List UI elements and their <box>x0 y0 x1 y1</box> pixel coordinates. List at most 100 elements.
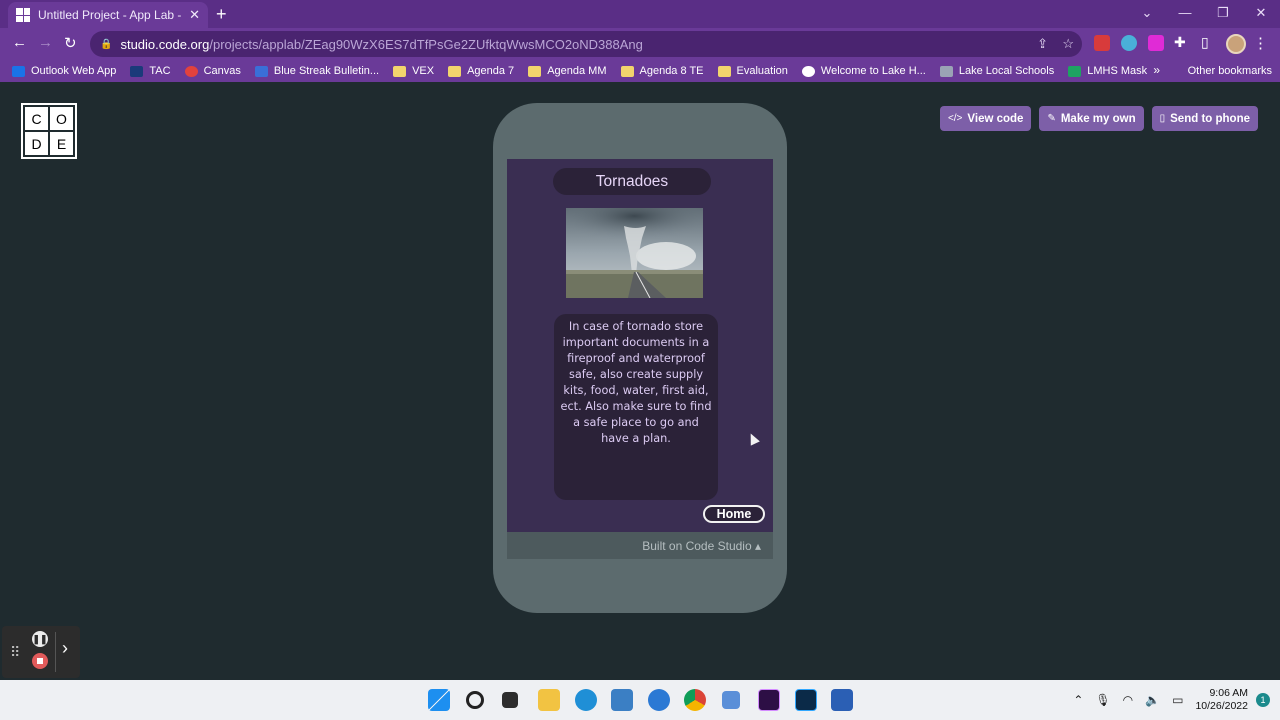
edge-icon[interactable] <box>575 689 597 711</box>
premiere-icon[interactable] <box>758 689 780 711</box>
bookmark-item[interactable]: TAC <box>130 65 171 77</box>
profile-avatar[interactable] <box>1226 34 1246 54</box>
window-controls: ⌄ — ❐ ✕ <box>1128 0 1280 28</box>
side-panel-icon[interactable]: ▯ <box>1201 34 1209 51</box>
canvas-icon <box>184 65 198 77</box>
code-org-favicon-icon <box>16 8 30 22</box>
menu-kebab-icon[interactable]: ⋮ <box>1253 34 1268 52</box>
reload-icon[interactable]: ↻ <box>64 34 77 52</box>
folder-icon <box>620 65 634 77</box>
photoshop-icon[interactable] <box>795 689 817 711</box>
tornado-info-text: In case of tornado store important docum… <box>554 314 718 500</box>
logo-letter: O <box>50 107 73 130</box>
edit-icon: ✎ <box>1047 113 1056 124</box>
snipping-tool-icon[interactable] <box>722 691 740 709</box>
file-explorer-icon[interactable] <box>538 689 560 711</box>
home-button[interactable]: Home <box>703 505 765 523</box>
logo-letter: E <box>50 132 73 155</box>
extension-pink-icon[interactable] <box>1148 35 1164 51</box>
browser-toolbar: ← → ↻ 🔒 studio.code.org/projects/applab/… <box>0 28 1280 60</box>
bookmark-item[interactable]: Agenda 7 <box>448 65 514 77</box>
bookmark-item[interactable]: Blue Streak Bulletin... <box>254 65 379 77</box>
chevron-up-icon[interactable]: ⌃ <box>1073 693 1083 707</box>
bookmark-item[interactable]: Evaluation <box>717 65 788 77</box>
time: 9:06 AM <box>1209 687 1248 699</box>
clock[interactable]: 9:06 AM 10/26/2022 <box>1195 687 1248 713</box>
other-bookmarks[interactable]: Other bookmarks <box>1169 60 1272 82</box>
bookmark-item[interactable]: VEX <box>393 65 434 77</box>
task-view-icon[interactable] <box>502 692 518 708</box>
volume-icon[interactable]: 🔈 <box>1145 693 1160 707</box>
extension-blue-icon[interactable] <box>1121 35 1137 51</box>
outlook-icon <box>12 65 25 77</box>
new-tab-icon[interactable]: + <box>216 4 227 25</box>
share-icon[interactable]: ⇪ <box>1037 36 1048 52</box>
close-window-icon[interactable]: ✕ <box>1242 0 1280 28</box>
folder-icon <box>528 65 542 77</box>
extensions-puzzle-icon[interactable]: ✚ <box>1174 34 1186 51</box>
extension-red-icon[interactable] <box>1094 35 1110 51</box>
address-bar[interactable]: 🔒 studio.code.org/projects/applab/ZEag90… <box>90 31 1082 57</box>
url-host: studio.code.org <box>120 36 210 52</box>
bulletin-icon <box>254 65 268 77</box>
restore-icon[interactable]: ❐ <box>1204 0 1242 28</box>
bookmark-item[interactable]: Welcome to Lake H... <box>801 65 926 77</box>
divider <box>55 632 56 672</box>
bookmarks-bar: Outlook Web App TAC Canvas Blue Streak B… <box>0 60 1280 82</box>
bookmark-item[interactable]: Agenda 8 TE <box>620 65 704 77</box>
forward-icon[interactable]: → <box>38 34 53 51</box>
battery-icon[interactable]: ▭ <box>1172 693 1183 707</box>
calculator-icon[interactable] <box>611 689 633 711</box>
search-icon[interactable] <box>466 691 484 709</box>
folder-icon <box>717 65 731 77</box>
built-on-code-studio-link[interactable]: Built on Code Studio ▴ <box>507 532 773 559</box>
school-icon <box>939 65 953 77</box>
date: 10/26/2022 <box>1195 700 1248 712</box>
word-icon[interactable] <box>831 689 853 711</box>
phone-icon: ▯ <box>1159 113 1166 124</box>
system-tray: ⌃ 🎙 ◠ 🔈 ▭ 9:06 AM 10/26/2022 1 <box>1067 680 1280 720</box>
bookmark-star-icon[interactable]: ☆ <box>1062 36 1074 52</box>
make-my-own-button[interactable]: ✎ Make my own <box>1039 106 1144 131</box>
bookmarks-overflow-icon[interactable]: » <box>1153 63 1160 77</box>
drag-grip-icon[interactable]: ⠿ <box>10 644 20 661</box>
logo-letter: C <box>25 107 48 130</box>
bookmark-item[interactable]: Lake Local Schools <box>939 65 1054 77</box>
windows-taskbar: ⌃ 🎙 ◠ 🔈 ▭ 9:06 AM 10/26/2022 1 <box>0 680 1280 720</box>
tab-title: Untitled Project - App Lab - Code <box>38 8 183 22</box>
screen-recorder-widget: ⠿ ❚❚ › <box>2 626 80 678</box>
app-icon[interactable] <box>648 689 670 711</box>
code-icon: </> <box>947 113 963 124</box>
folder-icon <box>393 65 407 77</box>
microphone-icon[interactable]: 🎙 <box>1095 693 1110 707</box>
app-title: Tornadoes <box>553 168 711 195</box>
chrome-icon[interactable] <box>684 689 706 711</box>
browser-tab[interactable]: Untitled Project - App Lab - Code ✕ <box>8 2 208 28</box>
bookmark-item[interactable]: LMHS Mask <box>1068 65 1147 77</box>
code-org-logo[interactable]: C O D E <box>21 103 77 159</box>
url-path: /projects/applab/ZEag90WzX6ES7dTfPsGe2ZU… <box>209 36 643 52</box>
close-tab-icon[interactable]: ✕ <box>189 7 200 23</box>
windows-start-icon[interactable] <box>428 689 450 711</box>
notification-badge[interactable]: 1 <box>1256 693 1270 707</box>
stop-record-icon[interactable] <box>32 653 48 669</box>
wifi-icon[interactable]: ◠ <box>1123 693 1133 707</box>
bookmark-item[interactable]: Canvas <box>184 65 241 77</box>
chevron-right-icon[interactable]: › <box>62 638 68 659</box>
sheets-icon <box>1068 65 1082 77</box>
tab-search-icon[interactable]: ⌄ <box>1128 0 1166 28</box>
tornado-image <box>566 208 703 298</box>
pause-icon[interactable]: ❚❚ <box>32 631 48 647</box>
globe-icon <box>801 65 815 77</box>
folder-icon <box>1169 66 1182 77</box>
header-actions: </> View code ✎ Make my own ▯ Send to phone <box>939 106 1258 131</box>
send-to-phone-button[interactable]: ▯ Send to phone <box>1151 106 1258 131</box>
bookmark-item[interactable]: Outlook Web App <box>12 65 116 77</box>
logo-letter: D <box>25 132 48 155</box>
view-code-button[interactable]: </> View code <box>939 106 1032 131</box>
back-icon[interactable]: ← <box>12 34 27 51</box>
lock-icon: 🔒 <box>100 38 113 50</box>
minimize-icon[interactable]: — <box>1166 0 1204 28</box>
app-screen: Tornadoes In case of tornado store impor… <box>507 159 773 532</box>
bookmark-item[interactable]: Agenda MM <box>528 65 607 77</box>
